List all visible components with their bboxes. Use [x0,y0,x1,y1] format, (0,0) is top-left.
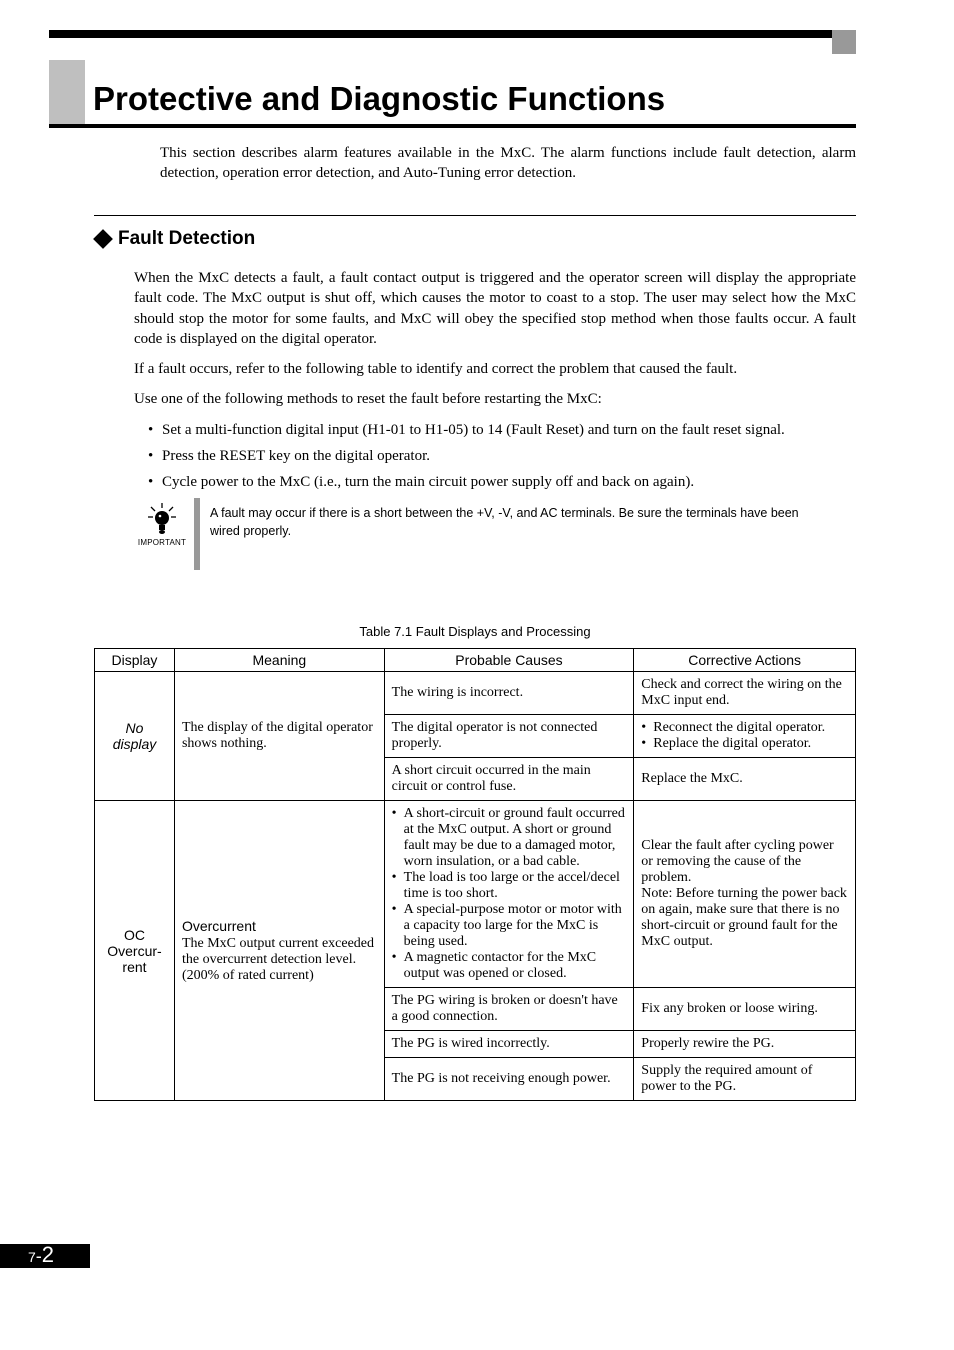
fault-table: Display Meaning Probable Causes Correcti… [94,648,856,1101]
section-p1: When the MxC detects a fault, a fault co… [134,268,856,349]
cell-action: Supply the required amount of power to t… [634,1058,856,1101]
th-meaning: Meaning [174,649,384,672]
list-item: A magnetic contactor for the MxC output … [392,950,627,982]
list-item: A short-circuit or ground fault occurred… [392,806,627,870]
table-caption: Table 7.1 Fault Displays and Processing [94,624,856,639]
cell-action: Replace the MxC. [634,758,856,801]
side-tab-marker [832,30,856,54]
meaning-body: The MxC output current exceeded the over… [182,936,374,983]
cell-action: Fix any broken or loose wiring. [634,988,856,1031]
diamond-icon [93,229,113,249]
list-item: The load is too large or the accel/decel… [392,870,627,902]
important-label: IMPORTANT [138,538,186,547]
th-actions: Corrective Actions [634,649,856,672]
section-p2: If a fault occurs, refer to the followin… [134,359,856,379]
chapter-title-block: Protective and Diagnostic Functions [49,60,856,128]
cell-action: Check and correct the wiring on the MxC … [634,672,856,715]
cell-display: No display [95,672,175,801]
cell-cause: The digital operator is not connected pr… [384,715,634,758]
important-text: A fault may occur if there is a short be… [210,498,830,540]
cell-cause: A short-circuit or ground fault occurred… [384,801,634,988]
idea-icon [145,502,179,536]
section-title: Fault Detection [118,228,255,250]
section-p3: Use one of the following methods to rese… [134,389,856,409]
cell-action: Clear the fault after cycling power or r… [634,801,856,988]
cell-cause: The PG is wired incorrectly. [384,1031,634,1058]
list-item: A special-purpose motor or motor with a … [392,902,627,950]
page-title: Protective and Diagnostic Functions [85,80,856,124]
section-body: When the MxC detects a fault, a fault co… [134,268,856,410]
th-causes: Probable Causes [384,649,634,672]
chapter-intro: This section describes alarm features av… [160,143,856,184]
important-callout: IMPORTANT A fault may occur if there is … [134,498,856,570]
list-item: Replace the digital operator. [641,736,848,752]
page-number: 7-2 [28,1242,54,1268]
table-header-row: Display Meaning Probable Causes Correcti… [95,649,856,672]
important-icon-block: IMPORTANT [134,498,190,547]
title-ornament-side [49,80,85,124]
section-divider [94,215,856,216]
title-underline [49,124,856,128]
cell-meaning: Overcurrent The MxC output current excee… [174,801,384,1101]
top-rule [49,30,856,38]
table-row: No display The display of the digital op… [95,672,856,715]
th-display: Display [95,649,175,672]
cell-cause: The wiring is incorrect. [384,672,634,715]
section-fault-detection: Fault Detection When the MxC detects a f… [94,215,856,498]
section-heading: Fault Detection [94,228,856,250]
list-item: Press the RESET key on the digital opera… [148,446,856,466]
cell-action: Reconnect the digital operator. Replace … [634,715,856,758]
cell-display: OC Overcur- rent [95,801,175,1101]
cell-cause: The PG wiring is broken or doesn't have … [384,988,634,1031]
page: Protective and Diagnostic Functions This… [0,0,954,1350]
cell-cause: A short circuit occurred in the main cir… [384,758,634,801]
list-item: Reconnect the digital operator. [641,720,848,736]
cell-cause: The PG is not receiving enough power. [384,1058,634,1101]
list-item: Cycle power to the MxC (i.e., turn the m… [148,472,856,492]
reset-methods-list: Set a multi-function digital input (H1-0… [148,420,856,493]
list-item: Set a multi-function digital input (H1-0… [148,420,856,440]
cell-action: Properly rewire the PG. [634,1031,856,1058]
cell-meaning: The display of the digital operator show… [174,672,384,801]
table-row: OC Overcur- rent Overcurrent The MxC out… [95,801,856,988]
meaning-title: Overcurrent [182,918,256,934]
important-vertical-bar [194,498,200,570]
